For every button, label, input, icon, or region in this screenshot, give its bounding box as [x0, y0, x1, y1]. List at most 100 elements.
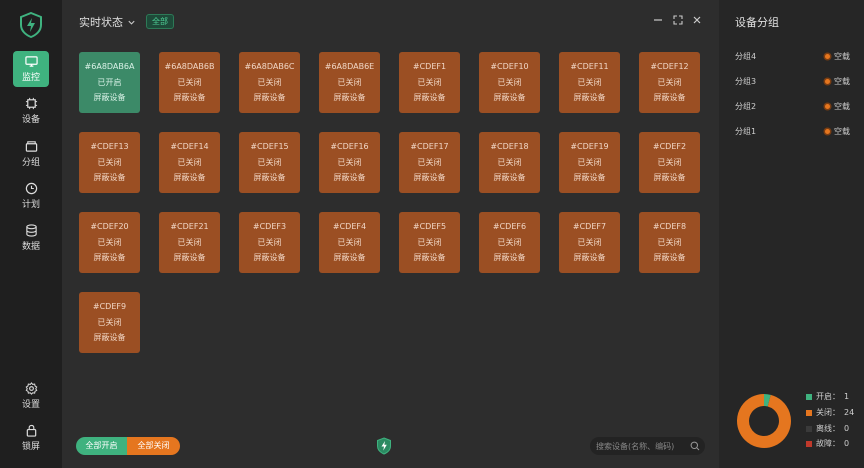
device-tile[interactable]: #CDEF10 已关闭 屏蔽设备 [479, 52, 540, 113]
device-tile[interactable]: #CDEF11 已关闭 屏蔽设备 [559, 52, 620, 113]
block-device-button[interactable]: 屏蔽设备 [494, 93, 526, 103]
device-tile[interactable]: #6A8DAB6E 已关闭 屏蔽设备 [319, 52, 380, 113]
nav-item-lock[interactable]: 锁屏 [13, 420, 49, 456]
group-status-label: 空载 [834, 102, 850, 111]
donut-slice [737, 394, 791, 448]
group-row[interactable]: 分组1 空载 [735, 126, 850, 138]
block-device-button[interactable]: 屏蔽设备 [174, 173, 206, 183]
block-device-button[interactable]: 屏蔽设备 [254, 253, 286, 263]
device-status: 已关闭 [657, 237, 682, 247]
device-tile[interactable]: #CDEF8 已关闭 屏蔽设备 [639, 212, 700, 273]
device-tile[interactable]: #CDEF14 已关闭 屏蔽设备 [159, 132, 220, 193]
device-tile[interactable]: #CDEF4 已关闭 屏蔽设备 [319, 212, 380, 273]
view-selector[interactable]: 实时状态 [79, 14, 136, 30]
device-id: #6A8DAB6A [84, 61, 135, 71]
block-device-button[interactable]: 屏蔽设备 [574, 253, 606, 263]
device-tile[interactable]: #CDEF5 已关闭 屏蔽设备 [399, 212, 460, 273]
minimize-icon[interactable] [652, 14, 664, 26]
page-title: 实时状态 [79, 16, 123, 29]
device-tile[interactable]: #CDEF17 已关闭屏蔽设备 [399, 132, 460, 193]
device-tile[interactable]: #CDEF7 已关闭屏蔽设备 [559, 212, 620, 273]
all-on-button[interactable]: 全部开启 [76, 437, 127, 455]
block-device-button[interactable]: 屏蔽设备 [414, 93, 446, 103]
block-device-button[interactable]: 屏蔽设备 [334, 253, 366, 263]
status-dot [825, 129, 830, 134]
group-row[interactable]: 分组4 空载 [735, 51, 850, 63]
device-id: #CDEF7 [572, 221, 607, 231]
device-tile[interactable]: #CDEF6 已关闭屏蔽设备 [479, 212, 540, 273]
database-icon [25, 224, 37, 237]
device-id: #CDEF4 [332, 221, 367, 231]
legend-swatch [806, 440, 812, 447]
nav-item-settings[interactable]: 设置 [13, 378, 49, 414]
block-device-button[interactable]: 屏蔽设备 [574, 173, 606, 183]
group-status: 空载 [825, 101, 850, 112]
nav-item-device[interactable]: 设备 [13, 93, 49, 129]
group-status: 空载 [825, 51, 850, 62]
device-tile[interactable]: #CDEF19 已关闭 屏蔽设备 [559, 132, 620, 193]
device-tile[interactable]: #CDEF16 已关闭 屏蔽设备 [319, 132, 380, 193]
device-tile[interactable]: #6A8DAB6B 已关闭 屏蔽设备 [159, 52, 220, 113]
device-id: #CDEF17 [410, 141, 449, 151]
legend-value: 0 [844, 424, 850, 433]
block-device-button[interactable]: 屏蔽设备 [254, 173, 286, 183]
legend-label: 离线： [816, 424, 840, 433]
group-name: 分组4 [735, 52, 757, 61]
group-row[interactable]: 分组3 空载 [735, 76, 850, 88]
search-icon[interactable] [690, 441, 700, 451]
device-status: 已关闭 [657, 77, 682, 87]
close-icon[interactable] [691, 14, 703, 26]
device-tile[interactable]: #CDEF15 已关闭 屏蔽设备 [239, 132, 300, 193]
block-device-button[interactable]: 屏蔽设备 [414, 253, 446, 263]
device-tile[interactable]: #CDEF9 已关闭 屏蔽设备 [79, 292, 140, 353]
nav-label: 设备 [21, 115, 40, 125]
search-input[interactable] [596, 439, 686, 453]
device-tile[interactable]: #CDEF3 已关闭 屏蔽设备 [239, 212, 300, 273]
device-tile[interactable]: #CDEF18 已关闭 屏蔽设备 [479, 132, 540, 193]
gear-icon [25, 382, 37, 395]
chip-icon [25, 97, 37, 110]
group-row[interactable]: 分组2 空载 [735, 101, 850, 113]
block-device-button[interactable]: 屏蔽设备 [494, 173, 526, 183]
block-device-button[interactable]: 屏蔽设备 [94, 173, 126, 183]
all-off-button[interactable]: 全部关闭 [127, 437, 180, 455]
device-status: 已关闭 [577, 237, 602, 247]
device-tile[interactable]: #CDEF12 已关闭 屏蔽设备 [639, 52, 700, 113]
block-device-button[interactable]: 屏蔽设备 [174, 93, 206, 103]
device-tile[interactable]: #CDEF20 已关闭 屏蔽设备 [79, 212, 140, 273]
device-tile[interactable]: #CDEF21 已关闭 屏蔽设备 [159, 212, 220, 273]
fullscreen-icon[interactable] [672, 14, 684, 26]
block-device-button[interactable]: 屏蔽设备 [94, 253, 126, 263]
block-device-button[interactable]: 屏蔽设备 [654, 253, 686, 263]
block-device-button[interactable]: 屏蔽设备 [94, 93, 126, 103]
nav-item-plan[interactable]: 计划 [13, 178, 49, 214]
device-status: 已关闭 [417, 157, 442, 167]
block-device-button[interactable]: 屏蔽设备 [334, 173, 366, 183]
device-status: 已开启 [97, 77, 122, 87]
filter-badge[interactable]: 全部 [146, 14, 174, 29]
device-tile[interactable]: #CDEF1 已关闭 屏蔽设备 [399, 52, 460, 113]
block-device-button[interactable]: 屏蔽设备 [254, 93, 286, 103]
block-device-button[interactable]: 屏蔽设备 [414, 173, 446, 183]
block-device-button[interactable]: 屏蔽设备 [174, 253, 206, 263]
chevron-down-icon [128, 20, 135, 25]
nav-item-group[interactable]: 分组 [13, 136, 49, 172]
device-status: 已关闭 [177, 237, 202, 247]
device-id: #CDEF14 [170, 141, 209, 151]
block-device-button[interactable]: 屏蔽设备 [654, 173, 686, 183]
device-id: #CDEF6 [492, 221, 527, 231]
device-tile[interactable]: #CDEF2 已关闭 屏蔽设备 [639, 132, 700, 193]
nav-item-monitor[interactable]: 监控 [13, 51, 49, 87]
block-device-button[interactable]: 屏蔽设备 [334, 93, 366, 103]
block-device-button[interactable]: 屏蔽设备 [654, 93, 686, 103]
block-device-button[interactable]: 屏蔽设备 [494, 253, 526, 263]
nav-item-data[interactable]: 数据 [13, 220, 49, 256]
device-status: 已关闭 [497, 237, 522, 247]
device-tile[interactable]: #CDEF13 已关闭 屏蔽设备 [79, 132, 140, 193]
block-device-button[interactable]: 屏蔽设备 [574, 93, 606, 103]
block-device-button[interactable]: 屏蔽设备 [94, 333, 126, 343]
device-tile[interactable]: #6A8DAB6C 已关闭 屏蔽设备 [239, 52, 300, 113]
device-id: #CDEF2 [652, 141, 687, 151]
device-tile[interactable]: #6A8DAB6A 已开启屏蔽设备 [79, 52, 140, 113]
device-id: #CDEF3 [252, 221, 287, 231]
